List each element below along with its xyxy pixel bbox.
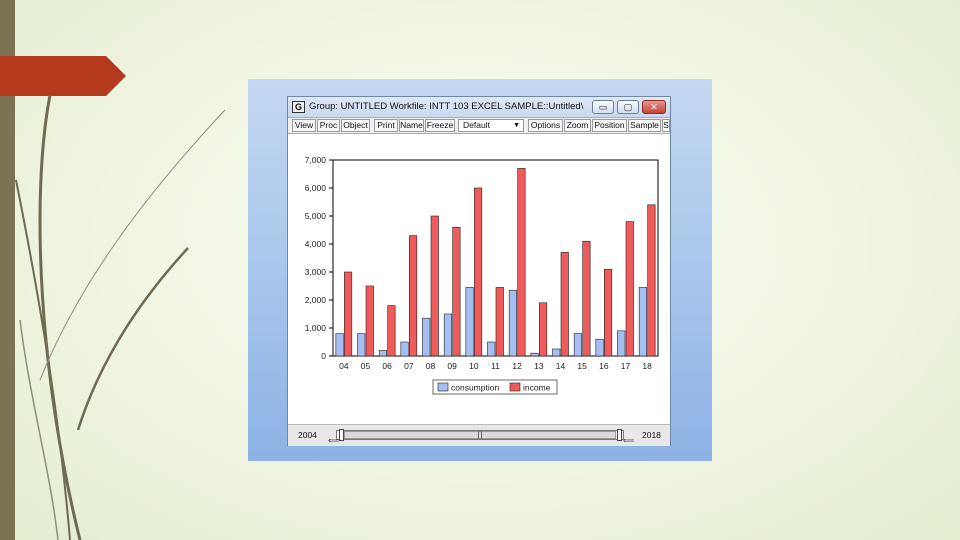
position-button[interactable]: Position — [592, 119, 627, 132]
bar-consumption-16 — [595, 338, 604, 357]
bar-income-09 — [452, 226, 461, 357]
name-button[interactable]: Name — [399, 119, 424, 132]
bar-income-12 — [517, 168, 526, 357]
y-tick-label: 3,000 — [305, 267, 327, 277]
x-tick-label: 10 — [469, 361, 479, 371]
legend-swatch-income — [509, 382, 521, 392]
x-tick-label: 12 — [512, 361, 522, 371]
object-button[interactable]: Object — [341, 119, 370, 132]
bar-income-10 — [474, 187, 483, 357]
window-titlebar[interactable]: G Group: UNTITLED Workfile: INTT 103 EXC… — [288, 97, 670, 118]
arrow-left-icon[interactable]: ⟸ — [328, 437, 339, 445]
bar-consumption-12 — [508, 289, 517, 357]
sample-button[interactable]: Sample — [628, 119, 661, 132]
toolbar: View Proc Object Print Name Freeze Defau… — [288, 118, 670, 134]
y-tick-label: 4,000 — [305, 239, 327, 249]
y-tick-label: 5,000 — [305, 211, 327, 221]
x-tick-label: 15 — [577, 361, 587, 371]
legend-label-consumption: consumption — [451, 383, 499, 393]
group-app-icon: G — [292, 101, 305, 113]
bar-consumption-17 — [617, 330, 626, 357]
sample-slider-bar: 2004 ⟸ ⟸ 2018 — [288, 424, 670, 446]
bar-income-07 — [409, 235, 418, 357]
bar-consumption-06 — [378, 350, 387, 357]
bar-consumption-18 — [638, 287, 647, 357]
window-title: Group: UNTITLED Workfile: INTT 103 EXCEL… — [309, 101, 584, 112]
bar-income-05 — [365, 285, 374, 357]
bar-income-06 — [387, 305, 396, 357]
minimize-icon[interactable]: ▭ — [592, 100, 614, 114]
x-tick-label: 16 — [599, 361, 609, 371]
x-tick-label: 05 — [361, 361, 371, 371]
bar-income-17 — [625, 221, 634, 357]
sample-end-year: 2018 — [642, 430, 661, 440]
sample-start-year: 2004 — [298, 430, 317, 440]
bar-consumption-15 — [573, 333, 582, 357]
default-select-value: Default — [463, 120, 490, 130]
slider-right-handle[interactable] — [617, 429, 622, 441]
y-tick-label: 6,000 — [305, 183, 327, 193]
print-button[interactable]: Print — [374, 119, 398, 132]
y-tick-label: 2,000 — [305, 295, 327, 305]
x-tick-label: 09 — [447, 361, 457, 371]
view-button[interactable]: View — [292, 119, 316, 132]
y-tick-label: 1,000 — [305, 323, 327, 333]
decorative-lines — [15, 94, 226, 540]
maximize-icon[interactable]: ▢ — [617, 100, 639, 114]
slider-grip-icon — [478, 431, 482, 439]
x-tick-label: 18 — [642, 361, 652, 371]
bar-consumption-05 — [357, 333, 366, 357]
options-button[interactable]: Options — [528, 119, 563, 132]
bar-income-15 — [582, 240, 591, 357]
bar-consumption-08 — [422, 317, 431, 357]
bar-income-04 — [344, 271, 353, 357]
bar-consumption-14 — [552, 348, 561, 357]
group-window: G Group: UNTITLED Workfile: INTT 103 EXC… — [287, 96, 671, 446]
chart-area: 0 1,000 2,000 3,000 4,000 5,000 6,000 7,000 04 05… — [288, 134, 670, 423]
bar-income-11 — [495, 287, 504, 357]
bar-income-18 — [647, 204, 656, 357]
x-tick-label: 07 — [404, 361, 414, 371]
x-tick-label: 08 — [426, 361, 436, 371]
bar-income-16 — [604, 268, 613, 357]
x-tick-label: 06 — [382, 361, 392, 371]
arrow-right-icon[interactable]: ⟸ — [623, 437, 634, 445]
x-tick-label: 14 — [556, 361, 566, 371]
default-select[interactable]: Default ▼ — [458, 119, 524, 132]
freeze-button[interactable]: Freeze — [425, 119, 455, 132]
chevron-down-icon: ▼ — [513, 122, 520, 129]
y-tick-label: 7,000 — [305, 155, 327, 165]
proc-button[interactable]: Proc — [317, 119, 340, 132]
bar-chart: 0 1,000 2,000 3,000 4,000 5,000 6,000 7,000 04 05… — [305, 155, 659, 395]
x-tick-label: 04 — [339, 361, 349, 371]
legend-label-income: income — [523, 383, 551, 393]
bar-consumption-07 — [400, 341, 409, 357]
bar-consumption-09 — [443, 313, 452, 357]
bar-consumption-11 — [487, 341, 496, 357]
bar-income-08 — [430, 215, 439, 357]
legend-swatch-consumption — [437, 382, 449, 392]
bar-income-14 — [560, 252, 569, 357]
close-icon[interactable]: ✕ — [642, 100, 666, 114]
bar-consumption-13 — [530, 352, 539, 357]
x-tick-label: 11 — [491, 361, 500, 371]
overflow-button[interactable]: S — [662, 119, 670, 132]
x-tick-label: 13 — [534, 361, 544, 371]
bar-consumption-10 — [465, 287, 474, 357]
bar-consumption-04 — [335, 333, 344, 357]
bar-income-13 — [539, 302, 548, 357]
slider-left-handle[interactable] — [339, 429, 344, 441]
y-tick-label: 0 — [321, 351, 326, 361]
zoom-button[interactable]: Zoom — [564, 119, 591, 132]
x-tick-label: 17 — [621, 361, 631, 371]
